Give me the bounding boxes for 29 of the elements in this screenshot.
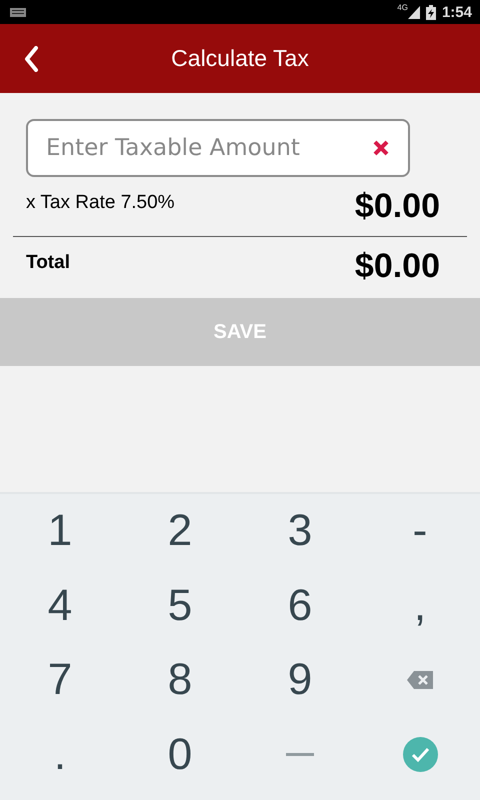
space-key-icon[interactable] xyxy=(286,753,314,756)
network-label: 4G xyxy=(397,3,408,12)
keypad-key[interactable]: . xyxy=(46,730,74,780)
battery-icon xyxy=(426,4,436,20)
keypad-key[interactable]: - xyxy=(404,506,436,556)
amount-field[interactable]: Enter Taxable Amount xyxy=(26,119,410,177)
tax-rate-label: x Tax Rate 7.50% xyxy=(26,192,175,214)
done-icon[interactable] xyxy=(402,737,438,772)
signal-icon xyxy=(408,6,420,18)
backspace-icon[interactable] xyxy=(407,671,433,690)
clock-time: 1:54 xyxy=(442,4,472,20)
keypad-key[interactable]: 8 xyxy=(160,655,200,706)
keypad-key[interactable]: 1 xyxy=(40,506,80,556)
back-icon[interactable] xyxy=(24,46,38,72)
keypad-key[interactable]: 2 xyxy=(160,506,200,556)
tax-amount: $0.00 xyxy=(354,187,440,226)
keypad-key[interactable]: 9 xyxy=(280,655,320,706)
keypad-key[interactable]: 7 xyxy=(40,655,80,706)
keypad-key[interactable]: 5 xyxy=(160,580,200,631)
keyboard-icon xyxy=(10,8,26,16)
keypad-key[interactable]: 3 xyxy=(280,506,320,556)
total-amount: $0.00 xyxy=(354,247,440,286)
keypad-key[interactable]: 4 xyxy=(40,580,80,631)
keypad-key[interactable]: 6 xyxy=(280,580,320,631)
total-label: Total xyxy=(26,252,70,274)
keypad-key[interactable]: , xyxy=(406,580,434,631)
keypad-key[interactable]: 0 xyxy=(160,730,200,780)
screen-title: Calculate Tax xyxy=(170,45,310,72)
clear-icon[interactable] xyxy=(372,139,390,157)
